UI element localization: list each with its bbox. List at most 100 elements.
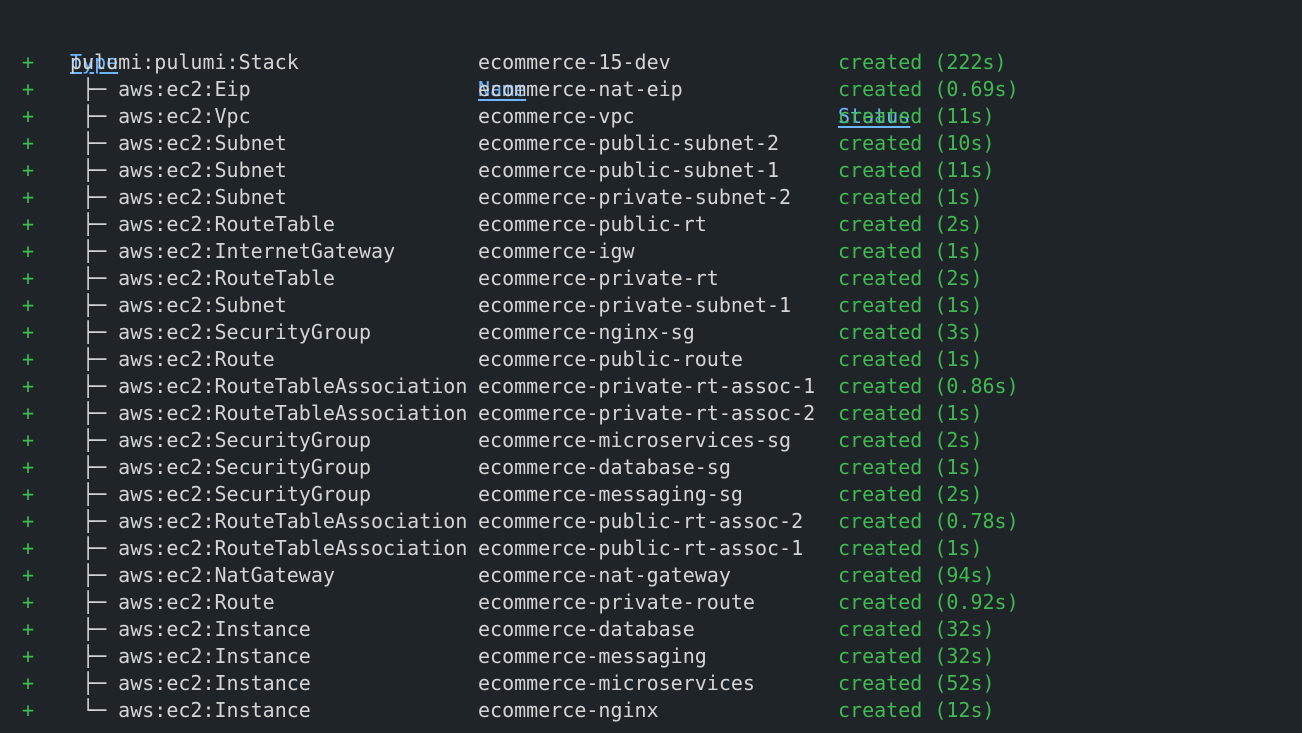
terminal-output: Type Name Status + pulumi:pulumi:Stack eco… [0,0,1302,733]
resource-type-label: aws:ec2:Route [118,347,275,371]
create-operation-marker: + [22,563,35,587]
resource-status: created (1s) [838,239,983,263]
resource-type: pulumi:pulumi:Stack [70,49,299,76]
resource-name: ecommerce-private-rt-assoc-2 [478,401,816,425]
resource-type: ├─ aws:ec2:RouteTableAssociation [70,400,467,427]
create-operation-marker: + [22,239,35,263]
create-operation-marker: + [22,266,35,290]
tree-branch: ├─ [70,320,119,344]
resource-name: ecommerce-private-subnet-1 [478,293,792,317]
resource-name: ecommerce-database-sg [478,455,731,479]
resource-name: ecommerce-private-rt [478,266,719,290]
tree-branch: └─ [70,698,119,722]
create-operation-marker: + [22,50,35,74]
resource-type-label: aws:ec2:Instance [118,617,311,641]
resource-type-label: aws:ec2:Vpc [118,104,251,128]
resource-type-label: aws:ec2:InternetGateway [118,239,396,263]
resource-status: created (0.86s) [838,374,1019,398]
resource-status: created (11s) [838,158,995,182]
resource-type: ├─ aws:ec2:RouteTableAssociation [70,373,467,400]
resource-status: created (1s) [838,347,983,371]
tree-branch: ├─ [70,77,119,101]
create-operation-marker: + [22,347,35,371]
resource-type-label: aws:ec2:SecurityGroup [118,482,372,506]
create-operation-marker: + [22,698,35,722]
resource-name: ecommerce-15-dev [478,50,671,74]
resource-status: created (2s) [838,266,983,290]
tree-branch: ├─ [70,455,119,479]
tree-branch: ├─ [70,401,119,425]
resource-name: ecommerce-nginx [478,698,659,722]
resource-name: ecommerce-messaging-sg [478,482,743,506]
resource-type-label: aws:ec2:RouteTable [118,212,335,236]
resource-type-label: aws:ec2:Route [118,590,275,614]
resource-type: ├─ aws:ec2:Instance [70,643,311,670]
resource-status: created (1s) [838,455,983,479]
create-operation-marker: + [22,671,35,695]
resource-type-label: aws:ec2:Subnet [118,185,287,209]
resource-type: ├─ aws:ec2:Vpc [70,103,251,130]
create-operation-marker: + [22,455,35,479]
resource-type: ├─ aws:ec2:Subnet [70,292,287,319]
resource-type-label: pulumi:pulumi:Stack [70,50,299,74]
resource-status: created (1s) [838,536,983,560]
tree-branch: ├─ [70,509,119,533]
resource-type-label: aws:ec2:Eip [118,77,251,101]
resource-status: created (10s) [838,131,995,155]
resource-status: created (0.69s) [838,77,1019,101]
tree-branch: ├─ [70,590,119,614]
create-operation-marker: + [22,131,35,155]
resource-type-label: aws:ec2:SecurityGroup [118,320,372,344]
create-operation-marker: + [22,644,35,668]
resource-name: ecommerce-public-route [478,347,743,371]
resource-status: created (222s) [838,50,1007,74]
resource-type: ├─ aws:ec2:RouteTable [70,265,335,292]
resource-type-label: aws:ec2:SecurityGroup [118,455,372,479]
resource-type-label: aws:ec2:NatGateway [118,563,335,587]
create-operation-marker: + [22,509,35,533]
resource-type-label: aws:ec2:Instance [118,671,311,695]
resource-type: ├─ aws:ec2:Instance [70,670,311,697]
resource-type: ├─ aws:ec2:SecurityGroup [70,427,371,454]
create-operation-marker: + [22,185,35,209]
resource-type: ├─ aws:ec2:Subnet [70,157,287,184]
resource-name: ecommerce-database [478,617,695,641]
tree-branch: ├─ [70,536,119,560]
resource-name: ecommerce-public-rt [478,212,707,236]
create-operation-marker: + [22,401,35,425]
tree-branch: ├─ [70,374,119,398]
resource-type-label: aws:ec2:Subnet [118,131,287,155]
resource-type: └─ aws:ec2:Instance [70,697,311,724]
resource-status: created (11s) [838,104,995,128]
resource-name: ecommerce-igw [478,239,635,263]
resource-name: ecommerce-microservices-sg [478,428,792,452]
resource-name: ecommerce-public-rt-assoc-1 [478,536,804,560]
tree-branch: ├─ [70,563,119,587]
resource-type-label: aws:ec2:Subnet [118,293,287,317]
create-operation-marker: + [22,482,35,506]
resource-status: created (0.78s) [838,509,1019,533]
resource-status: created (1s) [838,293,983,317]
create-operation-marker: + [22,617,35,641]
resource-type: ├─ aws:ec2:Route [70,346,275,373]
tree-branch: ├─ [70,293,119,317]
resource-type: ├─ aws:ec2:Subnet [70,130,287,157]
resource-type: ├─ aws:ec2:SecurityGroup [70,481,371,508]
resource-type: ├─ aws:ec2:Instance [70,616,311,643]
resource-name: ecommerce-nat-eip [478,77,683,101]
resource-name: ecommerce-private-route [478,590,755,614]
resource-name: ecommerce-microservices [478,671,755,695]
tree-branch: ├─ [70,617,119,641]
resource-name: ecommerce-public-rt-assoc-2 [478,509,804,533]
create-operation-marker: + [22,158,35,182]
resource-type: ├─ aws:ec2:NatGateway [70,562,335,589]
create-operation-marker: + [22,590,35,614]
resource-status: created (3s) [838,320,983,344]
resource-type: ├─ aws:ec2:RouteTable [70,211,335,238]
tree-branch: ├─ [70,347,119,371]
resource-name: ecommerce-private-subnet-2 [478,185,792,209]
tree-branch: ├─ [70,131,119,155]
resource-type-label: aws:ec2:RouteTableAssociation [118,374,468,398]
resource-type-label: aws:ec2:RouteTable [118,266,335,290]
resource-type: ├─ aws:ec2:SecurityGroup [70,454,371,481]
